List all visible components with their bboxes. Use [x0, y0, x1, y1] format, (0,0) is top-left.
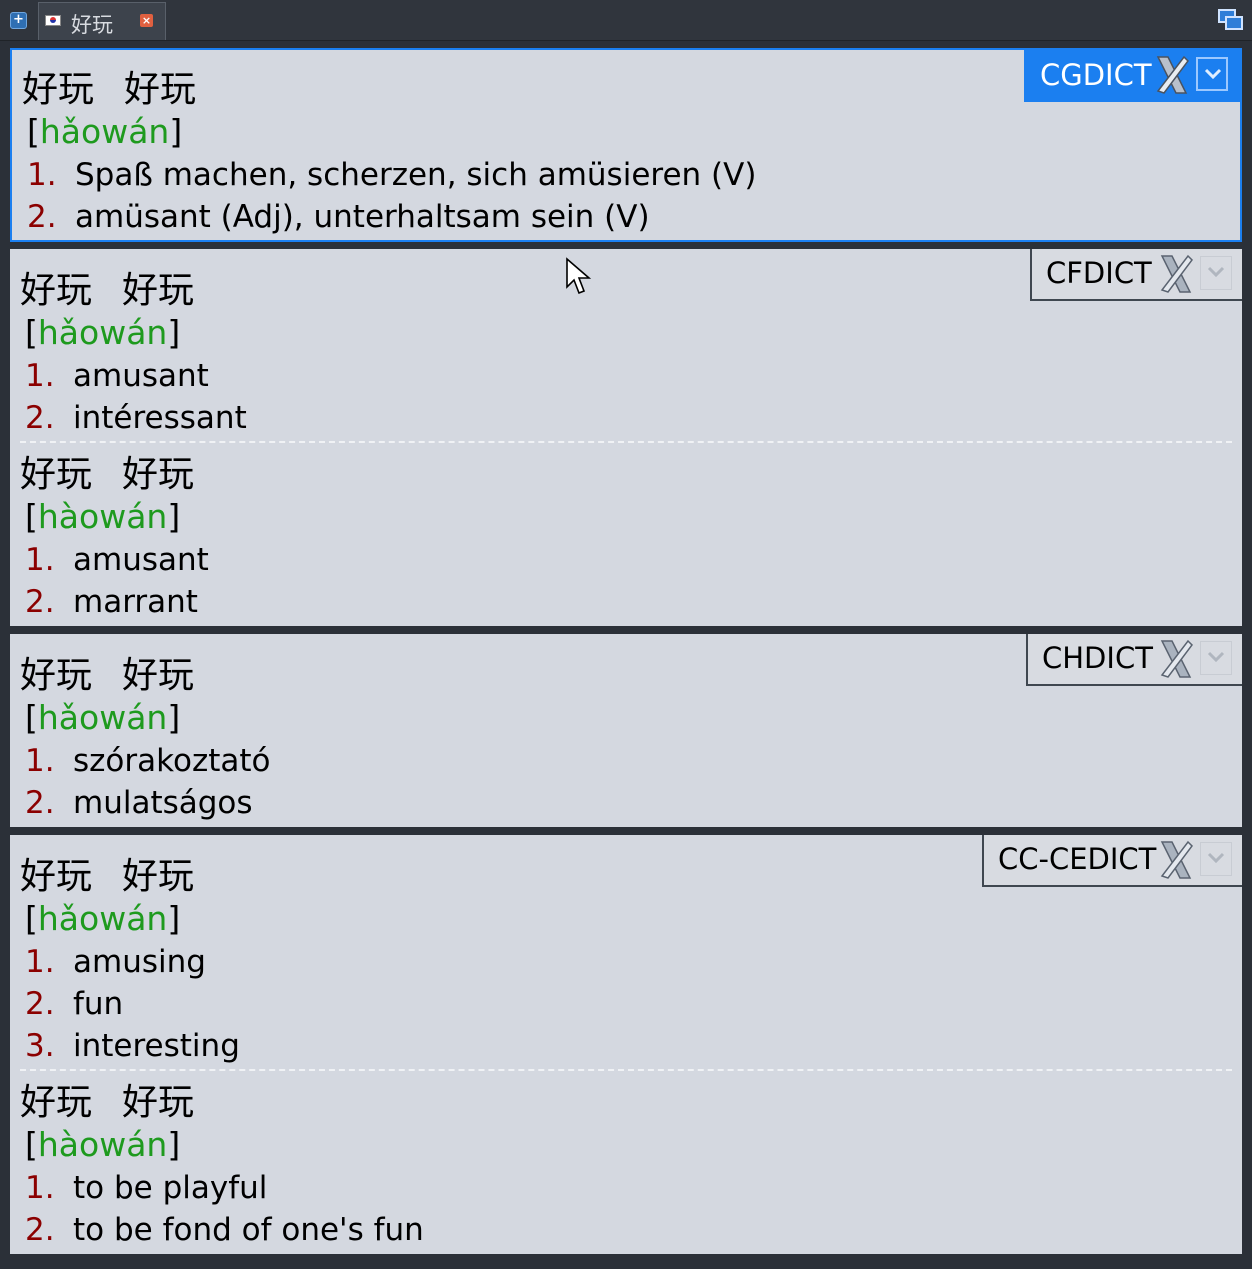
pinyin: [hǎowán] [25, 899, 181, 938]
headword: 好玩 好玩 [22, 69, 197, 110]
dict-name: CGDICT [1040, 58, 1152, 92]
definition-item: 2. to be fond of one's fun [25, 1212, 424, 1248]
headword: 好玩 好玩 [20, 856, 195, 897]
tab-bar: + 好玩 × [0, 0, 1252, 41]
chevron-down-icon[interactable] [1200, 842, 1232, 876]
x-logo-icon[interactable] [1158, 254, 1194, 294]
dict-badge-cc-cedict[interactable]: CC-CEDICT [982, 835, 1242, 887]
definition-item: 1. to be playful [25, 1170, 268, 1206]
dict-panel-chdict: 好玩 好玩 [hǎowán] 1. szórakoztató 2. mulatságo… [10, 634, 1242, 827]
x-logo-icon[interactable] [1158, 840, 1194, 880]
definition-item: 1. Spaß machen, scherzen, sich amüsieren … [27, 157, 757, 193]
headword: 好玩 好玩 [20, 1082, 195, 1123]
definition-item: 2. marrant [25, 584, 198, 620]
windows-icon[interactable] [1216, 7, 1244, 33]
dict-badge-chdict[interactable]: CHDICT [1026, 634, 1242, 686]
definition-item: 1. amusing [25, 944, 206, 980]
new-tab-button[interactable]: + [10, 12, 27, 29]
entry-separator [20, 1069, 1232, 1071]
chevron-down-icon[interactable] [1196, 57, 1228, 91]
headword: 好玩 好玩 [20, 655, 195, 696]
dict-panel-cgdict: 好玩 好玩 [hǎowán] 1. Spaß machen, scherzen, s… [10, 48, 1242, 242]
dict-name: CHDICT [1042, 641, 1153, 675]
tab-close-button[interactable]: × [140, 14, 153, 27]
definition-item: 2. amüsant (Adj), unterhaltsam sein (V) [27, 199, 650, 235]
definition-item: 1. amusant [25, 542, 209, 578]
headword: 好玩 好玩 [20, 270, 195, 311]
definition-item: 2. intéressant [25, 400, 247, 436]
dict-badge-cfdict[interactable]: CFDICT [1030, 249, 1242, 301]
dict-panel-cfdict: 好玩 好玩 [hǎowán] 1. amusant 2. intéressant 好玩… [10, 249, 1242, 626]
definition-item: 2. mulatságos [25, 785, 253, 821]
tab-title: 好玩 [71, 13, 113, 37]
definition-item: 1. szórakoztató [25, 743, 271, 779]
dict-badge-cgdict[interactable]: CGDICT [1024, 50, 1240, 102]
pinyin: [hǎowán] [27, 112, 183, 151]
definition-item: 2. fun [25, 986, 124, 1022]
dict-name: CC-CEDICT [998, 842, 1157, 876]
entry-separator [20, 441, 1232, 443]
x-logo-icon[interactable] [1154, 55, 1190, 95]
pinyin: [hàowán] [25, 497, 181, 536]
dict-panel-cc-cedict: 好玩 好玩 [hǎowán] 1. amusing 2. fun 3. interest… [10, 835, 1242, 1254]
x-logo-icon[interactable] [1158, 639, 1194, 679]
flag-icon [45, 15, 61, 26]
mouse-cursor-icon [566, 257, 592, 295]
tab-haowan[interactable]: 好玩 × [38, 2, 166, 40]
pinyin: [hàowán] [25, 1125, 181, 1164]
pinyin: [hǎowán] [25, 698, 181, 737]
dict-name: CFDICT [1046, 256, 1152, 290]
chevron-down-icon[interactable] [1200, 641, 1232, 675]
pinyin: [hǎowán] [25, 313, 181, 352]
chevron-down-icon[interactable] [1200, 256, 1232, 290]
headword: 好玩 好玩 [20, 454, 195, 495]
definition-item: 1. amusant [25, 358, 209, 394]
definition-item: 3. interesting [25, 1028, 240, 1064]
